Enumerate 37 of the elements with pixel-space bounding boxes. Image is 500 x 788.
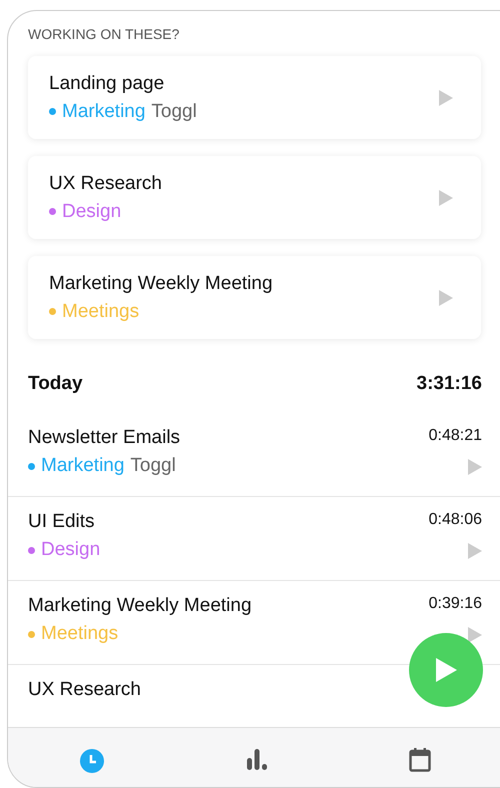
- day-label: Today: [28, 373, 83, 396]
- entry-title: Marketing Weekly Meeting: [28, 595, 252, 617]
- entry-duration: 0:48:21: [428, 427, 482, 445]
- time-entry-row[interactable]: UI Edits Design 0:48:06: [8, 497, 500, 581]
- entry-title: Landing page: [49, 72, 166, 94]
- suggestion-card[interactable]: Landing page Marketing Toggl: [28, 56, 481, 139]
- project-name: Design: [62, 200, 122, 222]
- client-name: Toggl: [151, 100, 197, 122]
- play-icon[interactable]: [439, 90, 453, 106]
- entry-title: Marketing Weekly Meeting: [49, 272, 273, 294]
- entry-title: UX Research: [28, 679, 141, 701]
- entry-title: UI Edits: [28, 511, 96, 533]
- section-heading: WORKING ON THESE?: [27, 25, 180, 44]
- project-name: Design: [41, 539, 100, 561]
- play-icon[interactable]: [468, 459, 482, 475]
- calendar-tab[interactable]: [408, 748, 430, 772]
- suggestion-card[interactable]: Marketing Weekly Meeting Meetings: [28, 256, 481, 339]
- reports-tab[interactable]: [246, 748, 268, 770]
- entry-title: UX Research: [49, 172, 162, 194]
- project-name: Marketing: [62, 100, 146, 122]
- entry-duration: 0:39:16: [428, 595, 482, 613]
- project-name: Meetings: [62, 300, 140, 322]
- entry-duration: 0:48:06: [428, 511, 482, 529]
- suggestion-card[interactable]: UX Research Design: [28, 156, 481, 239]
- timer-tab[interactable]: [78, 748, 104, 774]
- day-total: 3:31:16: [416, 373, 482, 396]
- play-icon[interactable]: [468, 627, 482, 643]
- play-icon[interactable]: [439, 190, 453, 206]
- client-name: Toggl: [130, 455, 176, 477]
- project-name: Marketing: [41, 455, 124, 477]
- play-icon[interactable]: [468, 543, 482, 559]
- time-entry-row[interactable]: UX Research: [8, 665, 160, 715]
- play-icon: [434, 657, 458, 683]
- time-entry-row[interactable]: Newsletter Emails Marketing Toggl 0:48:21: [8, 413, 500, 497]
- play-icon[interactable]: [439, 290, 453, 306]
- project-name: Meetings: [41, 623, 118, 645]
- entry-title: Newsletter Emails: [28, 427, 180, 449]
